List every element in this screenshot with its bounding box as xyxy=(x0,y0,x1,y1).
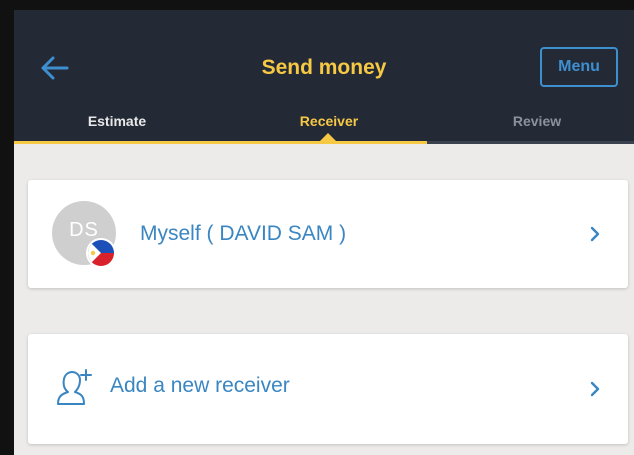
chevron-right-icon xyxy=(590,381,600,397)
chevron-right-icon xyxy=(590,226,600,242)
add-person-icon xyxy=(57,369,92,405)
philippines-flag-icon xyxy=(86,238,116,268)
menu-button[interactable]: Menu xyxy=(540,47,618,87)
avatar-initials: DS xyxy=(69,218,99,241)
tab-receiver[interactable]: Receiver xyxy=(226,106,432,136)
tab-estimate[interactable]: Estimate xyxy=(14,106,220,136)
app-header: Send money Menu Estimate Receiver Review xyxy=(14,10,634,142)
back-arrow-icon xyxy=(41,56,69,80)
receiver-card-myself[interactable]: DS Myself ( DAVID SAM ) xyxy=(28,180,628,288)
tab-review[interactable]: Review xyxy=(434,106,634,136)
receiver-name: Myself ( DAVID SAM ) xyxy=(140,222,347,245)
back-button[interactable] xyxy=(34,50,74,86)
step-progress-bar xyxy=(14,141,634,144)
app-frame: Send money Menu Estimate Receiver Review… xyxy=(14,0,634,455)
status-strip xyxy=(14,0,634,10)
add-receiver-card[interactable]: Add a new receiver xyxy=(28,334,628,444)
add-receiver-label: Add a new receiver xyxy=(110,374,290,397)
step-progress-fill xyxy=(14,141,428,144)
